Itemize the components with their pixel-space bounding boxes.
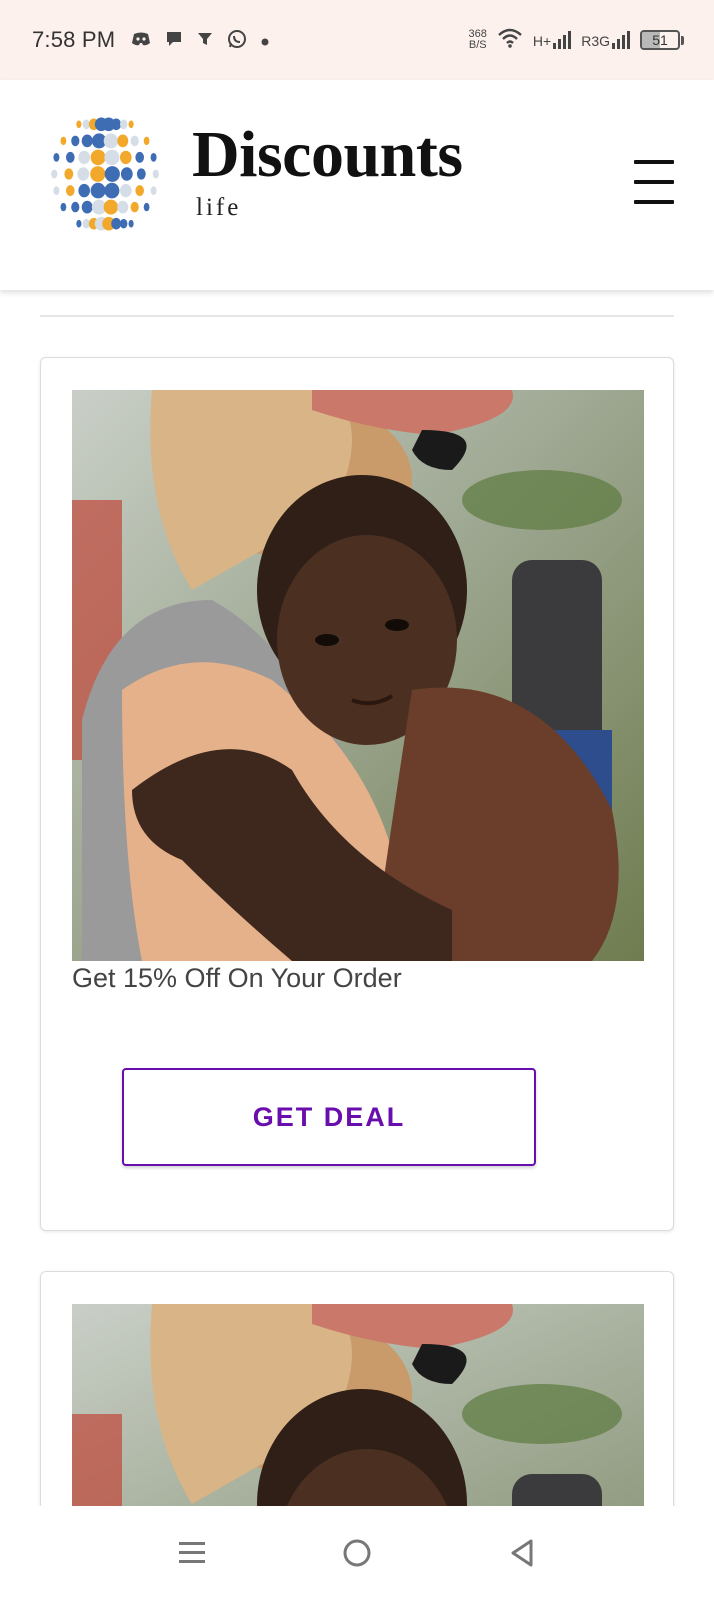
logo-dot: [111, 217, 122, 230]
logo-dot: [66, 151, 75, 163]
status-bar: 7:58 PM 368 B/S H+ R3G 51: [0, 0, 714, 80]
logo-dot: [60, 202, 67, 212]
network-type-2: R3G: [581, 33, 610, 49]
logo-dot: [53, 153, 60, 162]
signal-bars-icon: [612, 31, 630, 49]
wifi-icon: [497, 28, 523, 53]
logo-dot: [64, 168, 74, 180]
whatsapp-icon: [227, 29, 247, 52]
recents-icon[interactable]: [170, 1531, 214, 1575]
status-time: 7:58 PM: [32, 27, 116, 52]
logo-dot: [130, 135, 139, 147]
logo-dot: [104, 149, 120, 166]
logo-dot: [104, 166, 120, 182]
home-icon[interactable]: [335, 1531, 379, 1575]
network-type-1: H+: [532, 33, 552, 49]
logo-dot: [120, 150, 132, 165]
filter-icon: [197, 31, 213, 50]
deal-title: Get 15% Off On Your Order: [72, 963, 402, 993]
logo-dot: [143, 136, 150, 146]
logo-dot: [143, 202, 150, 212]
logo-globe-icon[interactable]: [38, 114, 173, 236]
logo-dot: [130, 201, 139, 213]
logo-dot: [71, 135, 80, 147]
site-header: Discounts life: [0, 80, 714, 290]
logo-dot: [51, 169, 58, 179]
cellular-signal-1: H+: [532, 31, 572, 49]
logo-dot: [76, 219, 82, 228]
divider: [40, 315, 674, 317]
logo-dot: [104, 182, 120, 199]
logo-dot: [66, 185, 75, 197]
logo-dot: [150, 186, 157, 195]
logo-dot: [120, 183, 132, 198]
logo-dot: [81, 134, 93, 148]
logo-dot: [78, 183, 90, 198]
logo-dot: [128, 120, 134, 129]
logo-dot: [53, 186, 60, 195]
cellular-signal-2: R3G: [581, 31, 630, 49]
battery-level: 51: [652, 32, 668, 48]
logo-dot: [60, 136, 67, 146]
logo-dot: [103, 199, 119, 215]
logo-dot: [135, 151, 144, 163]
logo-dot: [152, 169, 159, 179]
deal-card: Get 15% Off On Your Order GET DEAL: [40, 357, 674, 1231]
dot-icon: [261, 31, 269, 49]
logo-dot: [90, 166, 106, 182]
logo-dot: [81, 200, 93, 214]
logo-dot: [128, 219, 134, 228]
brand-subtitle: life: [196, 194, 242, 221]
logo-dot: [90, 149, 106, 166]
notification-icons: [131, 29, 269, 52]
logo-dot: [120, 119, 128, 130]
signal-bars-icon: [553, 31, 572, 49]
logo-dot: [111, 118, 122, 131]
brand-name[interactable]: Discounts: [192, 122, 463, 188]
logo-dot: [117, 200, 129, 214]
logo-dot: [136, 168, 146, 180]
logo-dot: [135, 185, 144, 197]
logo-dot: [120, 167, 133, 181]
back-icon[interactable]: [500, 1531, 544, 1575]
net-speed-unit: B/S: [468, 39, 487, 51]
logo-dot: [78, 150, 90, 165]
logo-dot: [103, 133, 119, 149]
discord-icon: [131, 31, 151, 50]
logo-dot: [120, 218, 128, 229]
system-nav-bar: [0, 1506, 714, 1599]
deal-card: [40, 1271, 674, 1531]
hamburger-menu-icon[interactable]: [634, 160, 674, 204]
chat-icon: [165, 30, 183, 51]
logo-dot: [71, 201, 80, 213]
battery-icon: 51: [640, 30, 684, 50]
get-deal-button[interactable]: GET DEAL: [122, 1068, 536, 1166]
deal-photo[interactable]: [72, 1304, 644, 1531]
logo-dot: [77, 167, 90, 181]
logo-dot: [150, 153, 157, 162]
net-speed: 368 B/S: [469, 29, 487, 51]
logo-dot: [90, 182, 106, 199]
logo-dot: [117, 134, 129, 148]
logo-dot: [76, 120, 82, 129]
deal-photo[interactable]: [72, 390, 644, 961]
